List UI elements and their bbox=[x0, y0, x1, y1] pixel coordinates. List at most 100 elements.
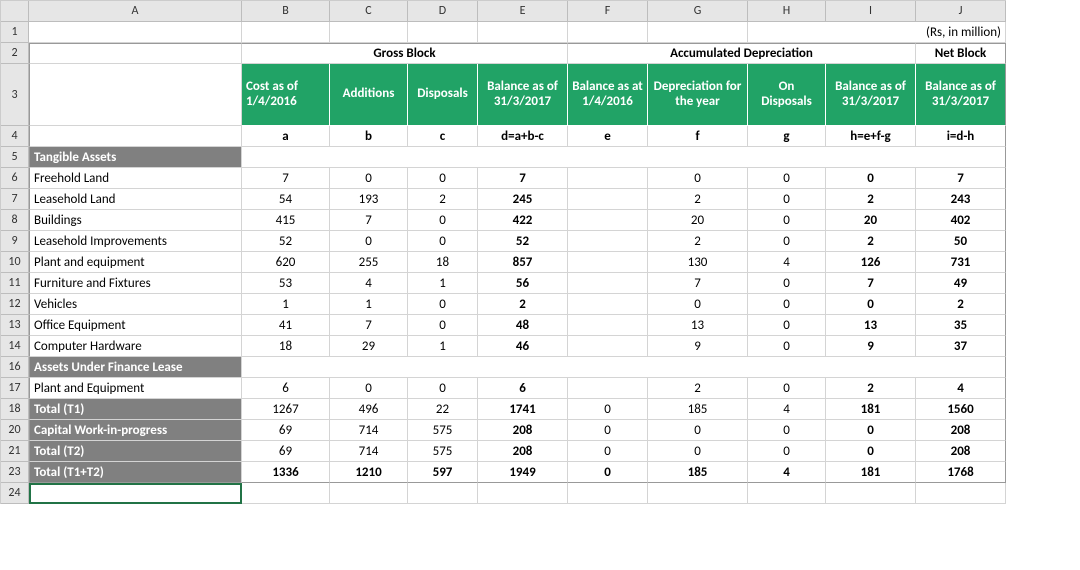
cell[interactable]: 255 bbox=[330, 252, 408, 273]
cell[interactable]: 243 bbox=[916, 189, 1006, 210]
col-header-J[interactable]: J bbox=[916, 1, 1006, 22]
cell[interactable]: 2 bbox=[648, 231, 748, 252]
cell[interactable]: 208 bbox=[478, 441, 568, 462]
row-header-17[interactable]: 17 bbox=[1, 378, 29, 399]
colhdr-balance-accdep-open[interactable]: Balance as at 1/4/2016 bbox=[568, 64, 648, 126]
cell[interactable]: 1560 bbox=[916, 399, 1006, 420]
cell[interactable]: 422 bbox=[478, 210, 568, 231]
unit-note[interactable]: (Rs, in million) bbox=[826, 22, 1006, 43]
row-header-4[interactable]: 4 bbox=[1, 126, 29, 147]
cell[interactable]: 2 bbox=[826, 231, 916, 252]
cell[interactable]: 48 bbox=[478, 315, 568, 336]
cell[interactable]: 0 bbox=[568, 399, 648, 420]
col-header-G[interactable]: G bbox=[648, 1, 748, 22]
colhdr-cost[interactable]: Cost as of 1/4/2016 bbox=[242, 64, 330, 126]
group-header-accdep[interactable]: Accumulated Depreciation bbox=[568, 43, 916, 64]
formula-c[interactable]: b bbox=[330, 126, 408, 147]
cell[interactable]: 1210 bbox=[330, 462, 408, 483]
cell[interactable] bbox=[242, 483, 330, 504]
cell[interactable]: 7 bbox=[648, 273, 748, 294]
cell[interactable] bbox=[568, 252, 648, 273]
cell[interactable]: 0 bbox=[748, 294, 826, 315]
cell[interactable] bbox=[568, 273, 648, 294]
cell[interactable]: 575 bbox=[408, 420, 478, 441]
cell[interactable]: 4 bbox=[748, 462, 826, 483]
cell[interactable]: 0 bbox=[568, 420, 648, 441]
cell[interactable] bbox=[568, 22, 648, 43]
row-header-6[interactable]: 6 bbox=[1, 168, 29, 189]
row-header-24[interactable]: 24 bbox=[1, 483, 29, 504]
cell[interactable] bbox=[568, 315, 648, 336]
active-cell[interactable] bbox=[29, 483, 242, 504]
cell[interactable]: 0 bbox=[748, 210, 826, 231]
cell[interactable]: 46 bbox=[478, 336, 568, 357]
cell[interactable]: 1768 bbox=[916, 462, 1006, 483]
cell[interactable]: 2 bbox=[916, 294, 1006, 315]
cell[interactable]: 7 bbox=[330, 315, 408, 336]
cell[interactable]: 1 bbox=[330, 294, 408, 315]
cell[interactable] bbox=[648, 483, 748, 504]
cell[interactable] bbox=[568, 378, 648, 399]
cell[interactable]: 208 bbox=[478, 420, 568, 441]
cell[interactable] bbox=[568, 189, 648, 210]
colhdr-net[interactable]: Balance as of 31/3/2017 bbox=[916, 64, 1006, 126]
col-header-E[interactable]: E bbox=[478, 1, 568, 22]
row-header-10[interactable]: 10 bbox=[1, 252, 29, 273]
row-label[interactable]: Office Equipment bbox=[29, 315, 242, 336]
total-t12-label[interactable]: Total (T1+T2) bbox=[29, 462, 242, 483]
colhdr-disposals[interactable]: Disposals bbox=[408, 64, 478, 126]
cell[interactable]: 0 bbox=[408, 168, 478, 189]
group-header-net[interactable]: Net Block bbox=[916, 43, 1006, 64]
cell[interactable]: 7 bbox=[330, 210, 408, 231]
cell[interactable]: 69 bbox=[242, 420, 330, 441]
cell[interactable]: 54 bbox=[242, 189, 330, 210]
cell[interactable]: 18 bbox=[408, 252, 478, 273]
group-header-gross[interactable]: Gross Block bbox=[242, 43, 568, 64]
cell[interactable]: 1 bbox=[242, 294, 330, 315]
row-label[interactable]: Plant and Equipment bbox=[29, 378, 242, 399]
row-header-14[interactable]: 14 bbox=[1, 336, 29, 357]
cell[interactable]: 1267 bbox=[242, 399, 330, 420]
cell[interactable]: 13 bbox=[648, 315, 748, 336]
row-label[interactable]: Leasehold Improvements bbox=[29, 231, 242, 252]
cell[interactable]: 4 bbox=[916, 378, 1006, 399]
formula-g[interactable]: f bbox=[648, 126, 748, 147]
cell[interactable]: 9 bbox=[648, 336, 748, 357]
col-header-D[interactable]: D bbox=[408, 1, 478, 22]
cell[interactable]: 193 bbox=[330, 189, 408, 210]
cell[interactable]: 496 bbox=[330, 399, 408, 420]
cell[interactable]: 185 bbox=[648, 399, 748, 420]
cell[interactable]: 0 bbox=[408, 210, 478, 231]
cell[interactable]: 13 bbox=[826, 315, 916, 336]
cell[interactable] bbox=[568, 336, 648, 357]
cell[interactable]: 0 bbox=[826, 168, 916, 189]
cell[interactable]: 185 bbox=[648, 462, 748, 483]
cell[interactable]: 0 bbox=[748, 168, 826, 189]
cell[interactable]: 0 bbox=[408, 294, 478, 315]
cell[interactable]: 0 bbox=[648, 441, 748, 462]
cell[interactable] bbox=[748, 483, 826, 504]
cell[interactable]: 4 bbox=[748, 399, 826, 420]
row-header-18[interactable]: 18 bbox=[1, 399, 29, 420]
cell[interactable]: 1 bbox=[408, 273, 478, 294]
cell[interactable]: 0 bbox=[748, 189, 826, 210]
cell[interactable]: 181 bbox=[826, 399, 916, 420]
cell[interactable] bbox=[478, 483, 568, 504]
cell[interactable] bbox=[916, 483, 1006, 504]
cell[interactable]: 2 bbox=[478, 294, 568, 315]
cell[interactable] bbox=[330, 22, 408, 43]
cell[interactable] bbox=[242, 357, 1006, 378]
cell[interactable]: 7 bbox=[478, 168, 568, 189]
cell[interactable] bbox=[478, 22, 568, 43]
cell[interactable]: 2 bbox=[826, 189, 916, 210]
cell[interactable]: 7 bbox=[916, 168, 1006, 189]
cell[interactable]: 857 bbox=[478, 252, 568, 273]
row-label[interactable]: Vehicles bbox=[29, 294, 242, 315]
cell[interactable] bbox=[29, 22, 242, 43]
col-header-F[interactable]: F bbox=[568, 1, 648, 22]
row-label[interactable]: Leasehold Land bbox=[29, 189, 242, 210]
cell[interactable]: 575 bbox=[408, 441, 478, 462]
cell[interactable]: 0 bbox=[330, 168, 408, 189]
colhdr-on-disposals[interactable]: On Disposals bbox=[748, 64, 826, 126]
cell[interactable] bbox=[568, 210, 648, 231]
